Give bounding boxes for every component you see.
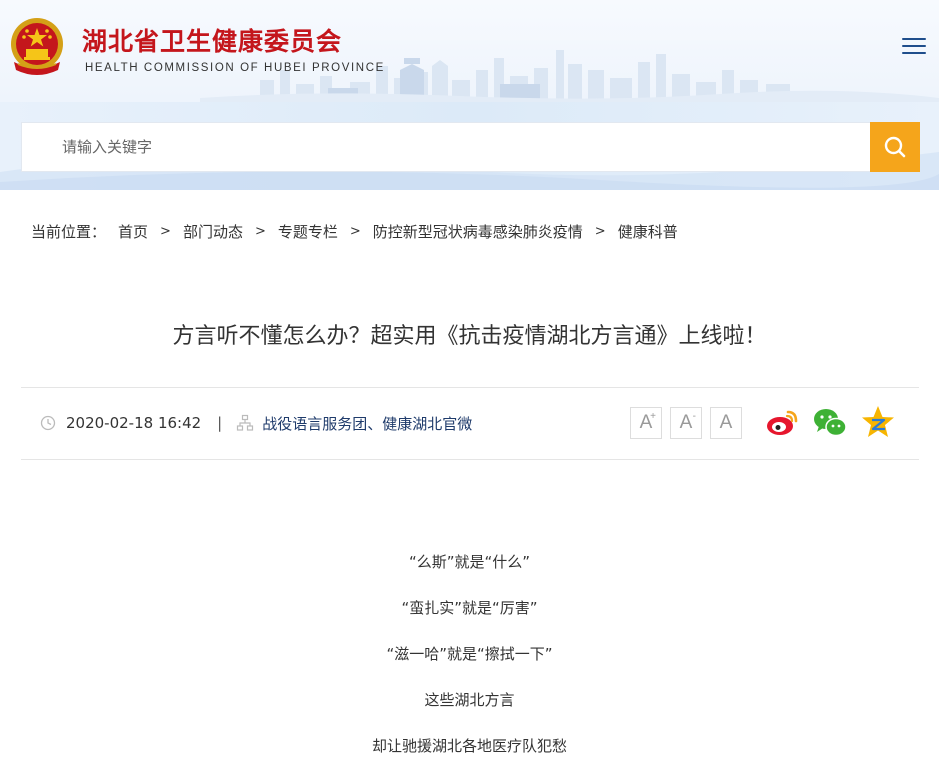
publish-date: 2020-02-18 16:42 xyxy=(66,414,202,432)
breadcrumb-separator: > xyxy=(254,224,266,239)
article-paragraph: “滋一哈”就是“擦拭一下” xyxy=(386,645,553,663)
article-source: 战役语言服务团、健康湖北官微 xyxy=(262,414,473,433)
breadcrumb: 当前位置： 首页 > 部门动态 > 专题专栏 > 防控新型冠状病毒感染肺炎疫情 … xyxy=(31,221,678,242)
article-paragraph: “蛮扎实”就是“厉害” xyxy=(401,599,538,617)
clock-icon xyxy=(40,415,56,431)
search-input[interactable] xyxy=(22,123,870,171)
divider xyxy=(21,387,919,388)
site-header: 湖北省卫生健康委员会 HEALTH COMMISSION OF HUBEI PR… xyxy=(0,0,939,102)
site-title: 湖北省卫生健康委员会 xyxy=(82,27,343,56)
breadcrumb-epidemic-prevention[interactable]: 防控新型冠状病毒感染肺炎疫情 xyxy=(373,221,583,242)
breadcrumb-separator: > xyxy=(160,224,171,239)
menu-line-icon xyxy=(902,38,926,40)
qzone-icon[interactable] xyxy=(860,404,896,440)
meta-separator: | xyxy=(217,414,223,432)
breadcrumb-separator: > xyxy=(349,224,361,239)
font-decrease-button[interactable]: A - xyxy=(670,407,702,439)
hamburger-menu-button[interactable] xyxy=(902,38,926,56)
breadcrumb-separator: > xyxy=(594,224,606,239)
font-default-button[interactable]: A xyxy=(710,407,742,439)
search-button[interactable] xyxy=(870,122,920,172)
font-decrease-label: A xyxy=(679,412,693,433)
font-default-label: A xyxy=(719,412,733,433)
font-decrease-mark: - xyxy=(692,411,696,422)
search-band xyxy=(0,102,939,190)
font-increase-button[interactable]: A + xyxy=(630,407,662,439)
weibo-icon[interactable] xyxy=(764,404,800,440)
divider xyxy=(21,459,919,460)
share-buttons xyxy=(764,404,908,440)
source-org-icon xyxy=(237,414,254,431)
breadcrumb-department-news[interactable]: 部门动态 xyxy=(183,221,243,242)
wechat-icon[interactable] xyxy=(812,404,848,440)
breadcrumb-prefix: 当前位置： xyxy=(31,223,107,241)
article-paragraph: 这些湖北方言 xyxy=(424,691,515,709)
breadcrumb-home[interactable]: 首页 xyxy=(118,221,148,242)
national-emblem-logo xyxy=(11,18,63,75)
article-paragraph: “么斯”就是“什么” xyxy=(408,553,531,571)
menu-line-icon xyxy=(902,45,926,47)
breadcrumb-special-topics[interactable]: 专题专栏 xyxy=(278,221,338,242)
article-paragraph: 却让驰援湖北各地医疗队犯愁 xyxy=(371,737,567,755)
article-title: 方言听不懂怎么办？超实用《抗击疫情湖北方言通》上线啦！ xyxy=(172,324,767,349)
breadcrumb-health-science[interactable]: 健康科普 xyxy=(618,221,678,242)
search-icon xyxy=(884,136,906,158)
menu-line-icon xyxy=(902,52,926,54)
article-meta: 2020-02-18 16:42 | 战役语言服务团、健康湖北官微 xyxy=(40,410,472,436)
font-increase-mark: + xyxy=(650,411,656,422)
site-subtitle: HEALTH COMMISSION OF HUBEI PROVINCE xyxy=(85,62,385,74)
search-box xyxy=(21,122,870,172)
font-size-controls: A + A - A xyxy=(630,407,750,439)
